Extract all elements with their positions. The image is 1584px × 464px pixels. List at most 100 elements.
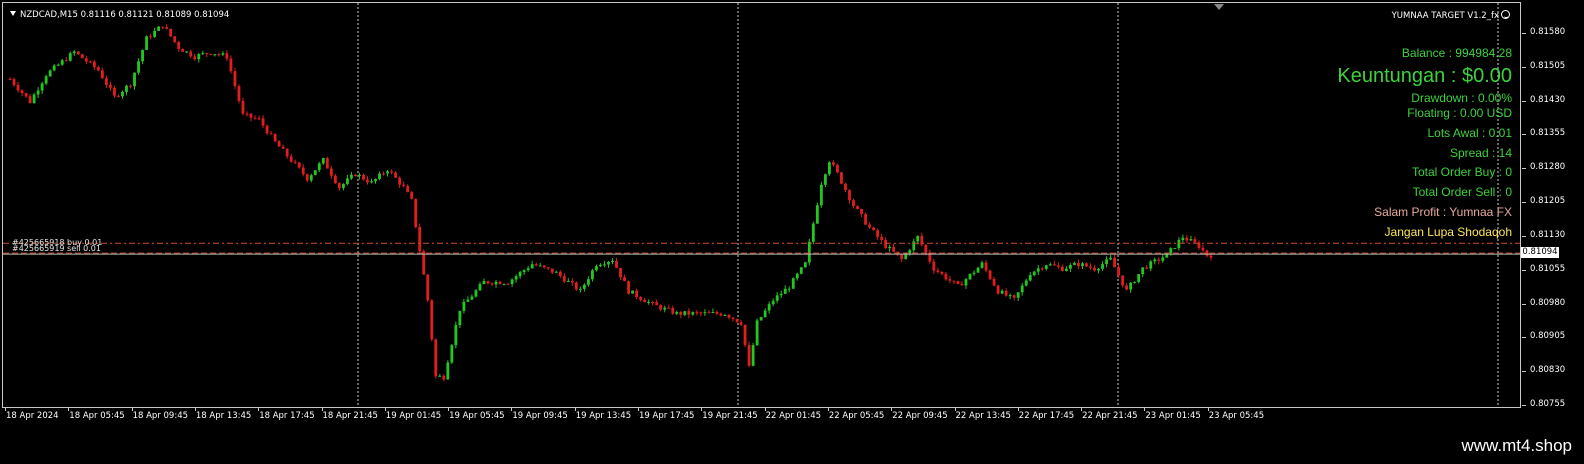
candle-body xyxy=(683,311,687,315)
ea-name: YUMNAA TARGET V1.2_fx xyxy=(1391,11,1499,21)
candle-body xyxy=(952,280,956,282)
candle xyxy=(434,338,438,379)
candle-body xyxy=(386,171,389,174)
candle xyxy=(121,90,124,99)
candle-body xyxy=(819,184,823,206)
candle-body xyxy=(44,76,48,84)
candle-body xyxy=(1145,267,1149,269)
candle xyxy=(611,258,614,265)
candle-body xyxy=(747,345,751,366)
candle-body xyxy=(64,60,68,62)
sell-order-label[interactable]: #425665919 sell 0.01 xyxy=(12,244,101,253)
candle-body xyxy=(655,302,659,306)
candle xyxy=(715,310,719,316)
candle-body xyxy=(667,307,671,309)
candle-body xyxy=(844,183,847,191)
candle xyxy=(100,67,104,79)
candle xyxy=(1024,278,1028,287)
candle xyxy=(795,272,799,281)
candle xyxy=(751,342,755,367)
candle xyxy=(281,144,285,149)
candle xyxy=(599,263,602,268)
candle-body xyxy=(795,273,799,279)
candle xyxy=(683,311,687,317)
candle-body xyxy=(309,175,313,181)
candle xyxy=(16,81,20,93)
candle-body xyxy=(402,184,406,186)
candle xyxy=(20,89,24,96)
candle-body xyxy=(56,64,60,66)
candle xyxy=(968,273,972,281)
candle xyxy=(546,266,550,271)
candle-body xyxy=(832,162,835,165)
candle-body xyxy=(554,271,558,273)
time-tick-label: 18 Apr 2024 xyxy=(6,411,59,421)
candle-body xyxy=(249,113,253,118)
candle-body xyxy=(872,227,875,231)
candle-body xyxy=(165,27,169,29)
candle xyxy=(56,63,60,67)
candle-body xyxy=(591,270,594,280)
candle xyxy=(1089,263,1092,270)
candle-body xyxy=(595,266,598,271)
candle-body xyxy=(763,310,767,318)
candle xyxy=(229,55,233,74)
candle xyxy=(450,343,454,365)
price-axis[interactable]: 0.81580 0.81505 0.81430 0.81355 0.81280 0.812… xyxy=(1520,2,1584,409)
candle-body xyxy=(803,262,807,268)
candle-body xyxy=(414,198,418,228)
candle xyxy=(1105,256,1108,268)
candle-body xyxy=(888,246,892,249)
candle xyxy=(1189,235,1193,241)
candle xyxy=(1133,281,1137,284)
candlestick-plot[interactable] xyxy=(3,3,1520,407)
candle-body xyxy=(1109,257,1112,260)
candle-body xyxy=(305,174,309,181)
candle xyxy=(462,298,466,314)
time-tick-label: 22 Apr 13:45 xyxy=(955,411,1011,421)
candle xyxy=(647,299,651,305)
candle xyxy=(305,173,309,183)
chart-area[interactable]: NZDCAD,M15 0.81116 0.81121 0.81089 0.810… xyxy=(2,2,1521,408)
candle-body xyxy=(767,304,771,311)
candle xyxy=(872,226,875,231)
candle xyxy=(815,202,819,225)
candle-body xyxy=(341,183,345,189)
candle-body xyxy=(438,375,442,377)
candle xyxy=(747,341,751,368)
candle-body xyxy=(823,174,827,185)
price-tick-label: 0.81580 xyxy=(1530,27,1566,37)
candle xyxy=(880,233,884,243)
candle xyxy=(864,212,867,226)
candle-body xyxy=(522,270,526,273)
candle xyxy=(976,266,980,273)
candle-body xyxy=(418,227,422,252)
candle-body xyxy=(1161,257,1165,261)
candle xyxy=(390,169,393,175)
candle xyxy=(755,318,759,347)
price-tick xyxy=(1522,405,1526,406)
candle-body xyxy=(699,312,703,314)
candle-body xyxy=(1060,266,1064,272)
candle xyxy=(518,270,522,279)
candle-body xyxy=(52,65,56,71)
time-axis[interactable]: 18 Apr 2024 18 Apr 05:45 18 Apr 09:45 18 Ap… xyxy=(2,407,1520,427)
time-tick-label: 19 Apr 01:45 xyxy=(385,411,442,421)
candle-body xyxy=(241,100,245,114)
candle-body xyxy=(582,284,586,289)
symbol-header[interactable]: NZDCAD,M15 0.81116 0.81121 0.81089 0.810… xyxy=(10,10,229,20)
candle-body xyxy=(105,78,108,85)
candle-body xyxy=(1133,282,1137,284)
candle xyxy=(691,311,695,316)
candle-body xyxy=(980,262,984,268)
dropdown-triangle-icon[interactable] xyxy=(10,11,16,16)
candle xyxy=(811,221,815,245)
candle xyxy=(1044,264,1048,271)
ea-title[interactable]: YUMNAA TARGET V1.2_fx xyxy=(1392,10,1510,21)
candle xyxy=(1137,274,1141,284)
candle xyxy=(928,249,932,264)
chart-shift-marker-icon[interactable] xyxy=(1214,4,1224,10)
candle xyxy=(940,271,944,276)
candle xyxy=(960,281,964,286)
candle xyxy=(1052,260,1056,266)
